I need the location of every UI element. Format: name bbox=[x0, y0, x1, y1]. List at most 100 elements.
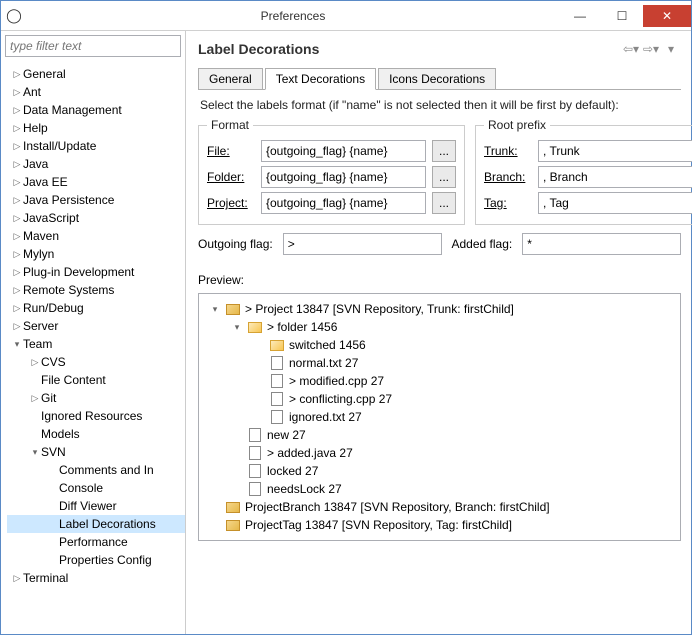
tree-item-label: CVS bbox=[41, 355, 66, 369]
preview-item[interactable]: ProjectBranch 13847 [SVN Repository, Bra… bbox=[203, 498, 676, 516]
expand-icon[interactable]: ▷ bbox=[29, 393, 41, 404]
tree-item[interactable]: ▾Team bbox=[7, 335, 185, 353]
preview-item[interactable]: needsLock 27 bbox=[203, 480, 676, 498]
preview-item-label: switched 1456 bbox=[289, 338, 366, 352]
format-input[interactable] bbox=[261, 192, 426, 214]
expand-icon[interactable]: ▷ bbox=[11, 123, 23, 134]
tree-item[interactable]: ▷Help bbox=[7, 119, 185, 137]
tree-item[interactable]: ▾SVN bbox=[7, 443, 185, 461]
back-button[interactable]: ⇦▾ bbox=[621, 42, 641, 56]
expand-icon[interactable]: ▷ bbox=[11, 195, 23, 206]
tree-item[interactable]: Label Decorations bbox=[7, 515, 185, 533]
added-input[interactable] bbox=[522, 233, 681, 255]
tree-item[interactable]: Console bbox=[7, 479, 185, 497]
tree-item[interactable]: ▷Plug-in Development bbox=[7, 263, 185, 281]
tree-item[interactable]: ▷Maven bbox=[7, 227, 185, 245]
tree-item[interactable]: ▷Run/Debug bbox=[7, 299, 185, 317]
window-title: Preferences bbox=[27, 9, 559, 23]
close-button[interactable]: ✕ bbox=[643, 5, 691, 27]
expand-icon[interactable]: ▷ bbox=[11, 159, 23, 170]
tree-item[interactable]: ▷Terminal bbox=[7, 569, 185, 587]
tab-text-decorations[interactable]: Text Decorations bbox=[265, 68, 376, 90]
tree-item[interactable]: ▷General bbox=[7, 65, 185, 83]
format-input[interactable] bbox=[261, 140, 426, 162]
tree-item[interactable]: ▷Java Persistence bbox=[7, 191, 185, 209]
expand-icon[interactable]: ▷ bbox=[11, 267, 23, 278]
tab-icons-decorations[interactable]: Icons Decorations bbox=[378, 68, 496, 90]
rootprefix-input[interactable] bbox=[538, 166, 692, 188]
tree-item[interactable]: Diff Viewer bbox=[7, 497, 185, 515]
rootprefix-input[interactable] bbox=[538, 192, 692, 214]
preview-item[interactable]: ignored.txt 27 bbox=[203, 408, 676, 426]
menu-button[interactable]: ▾ bbox=[661, 42, 681, 56]
tree-item[interactable]: ▷Java bbox=[7, 155, 185, 173]
preview-item[interactable]: > modified.cpp 27 bbox=[203, 372, 676, 390]
expand-icon[interactable]: ▷ bbox=[11, 321, 23, 332]
preview-item[interactable]: locked 27 bbox=[203, 462, 676, 480]
expand-icon[interactable]: ▷ bbox=[29, 357, 41, 368]
tree-item[interactable]: ▷Install/Update bbox=[7, 137, 185, 155]
rootprefix-input[interactable] bbox=[538, 140, 692, 162]
minimize-button[interactable]: — bbox=[559, 5, 601, 27]
expand-icon[interactable]: ▷ bbox=[11, 573, 23, 584]
preview-item[interactable]: ▾> folder 1456 bbox=[203, 318, 676, 336]
preview-item[interactable]: ▾> Project 13847 [SVN Repository, Trunk:… bbox=[203, 300, 676, 318]
expand-icon[interactable]: ▷ bbox=[11, 213, 23, 224]
format-input[interactable] bbox=[261, 166, 426, 188]
collapse-icon[interactable]: ▾ bbox=[231, 322, 243, 333]
expand-icon[interactable]: ▷ bbox=[11, 141, 23, 152]
expand-icon[interactable]: ▷ bbox=[11, 285, 23, 296]
folder-icon bbox=[269, 337, 285, 353]
collapse-icon[interactable]: ▾ bbox=[11, 339, 23, 350]
format-group: Format File:...Folder:...Project:... bbox=[198, 118, 465, 225]
preview-tree[interactable]: ▾> Project 13847 [SVN Repository, Trunk:… bbox=[198, 293, 681, 541]
tree-item-label: Ant bbox=[23, 85, 41, 99]
format-browse-button[interactable]: ... bbox=[432, 192, 456, 214]
preview-item[interactable]: > conflicting.cpp 27 bbox=[203, 390, 676, 408]
tree-item-label: Label Decorations bbox=[59, 517, 156, 531]
expand-icon[interactable]: ▷ bbox=[11, 249, 23, 260]
expand-icon[interactable]: ▷ bbox=[11, 177, 23, 188]
titlebar: ◯ Preferences — ☐ ✕ bbox=[1, 1, 691, 31]
tree-item[interactable]: Properties Config bbox=[7, 551, 185, 569]
tree-item[interactable]: ▷Git bbox=[7, 389, 185, 407]
tree-item[interactable]: ▷Mylyn bbox=[7, 245, 185, 263]
expand-icon[interactable]: ▷ bbox=[11, 231, 23, 242]
tree-item[interactable]: Performance bbox=[7, 533, 185, 551]
collapse-icon[interactable]: ▾ bbox=[209, 304, 221, 315]
tree-item[interactable]: Ignored Resources bbox=[7, 407, 185, 425]
tree-item[interactable]: ▷Ant bbox=[7, 83, 185, 101]
expand-icon[interactable]: ▷ bbox=[11, 69, 23, 80]
preference-tree[interactable]: ▷General▷Ant▷Data Management▷Help▷Instal… bbox=[1, 61, 185, 634]
tab-general[interactable]: General bbox=[198, 68, 263, 90]
tree-item[interactable]: Comments and In bbox=[7, 461, 185, 479]
format-browse-button[interactable]: ... bbox=[432, 166, 456, 188]
preview-item[interactable]: new 27 bbox=[203, 426, 676, 444]
tree-item-label: Plug-in Development bbox=[23, 265, 134, 279]
preview-item[interactable]: normal.txt 27 bbox=[203, 354, 676, 372]
tree-item[interactable]: Models bbox=[7, 425, 185, 443]
maximize-button[interactable]: ☐ bbox=[601, 5, 643, 27]
tree-item[interactable]: ▷Server bbox=[7, 317, 185, 335]
expand-icon[interactable]: ▷ bbox=[11, 105, 23, 116]
tree-item-label: SVN bbox=[41, 445, 66, 459]
expand-icon[interactable]: ▷ bbox=[11, 303, 23, 314]
format-browse-button[interactable]: ... bbox=[432, 140, 456, 162]
outgoing-input[interactable] bbox=[283, 233, 442, 255]
tree-item[interactable]: ▷CVS bbox=[7, 353, 185, 371]
filter-input[interactable] bbox=[5, 35, 181, 57]
page-title: Label Decorations bbox=[198, 41, 621, 57]
preview-item-label: ProjectTag 13847 [SVN Repository, Tag: f… bbox=[245, 518, 512, 532]
forward-button[interactable]: ⇨▾ bbox=[641, 42, 661, 56]
collapse-icon[interactable]: ▾ bbox=[29, 447, 41, 458]
tree-item[interactable]: ▷JavaScript bbox=[7, 209, 185, 227]
tree-item[interactable]: File Content bbox=[7, 371, 185, 389]
file-icon bbox=[247, 481, 263, 497]
expand-icon[interactable]: ▷ bbox=[11, 87, 23, 98]
preview-item[interactable]: > added.java 27 bbox=[203, 444, 676, 462]
preview-item[interactable]: ProjectTag 13847 [SVN Repository, Tag: f… bbox=[203, 516, 676, 534]
preview-item[interactable]: switched 1456 bbox=[203, 336, 676, 354]
tree-item[interactable]: ▷Java EE bbox=[7, 173, 185, 191]
tree-item[interactable]: ▷Remote Systems bbox=[7, 281, 185, 299]
tree-item[interactable]: ▷Data Management bbox=[7, 101, 185, 119]
